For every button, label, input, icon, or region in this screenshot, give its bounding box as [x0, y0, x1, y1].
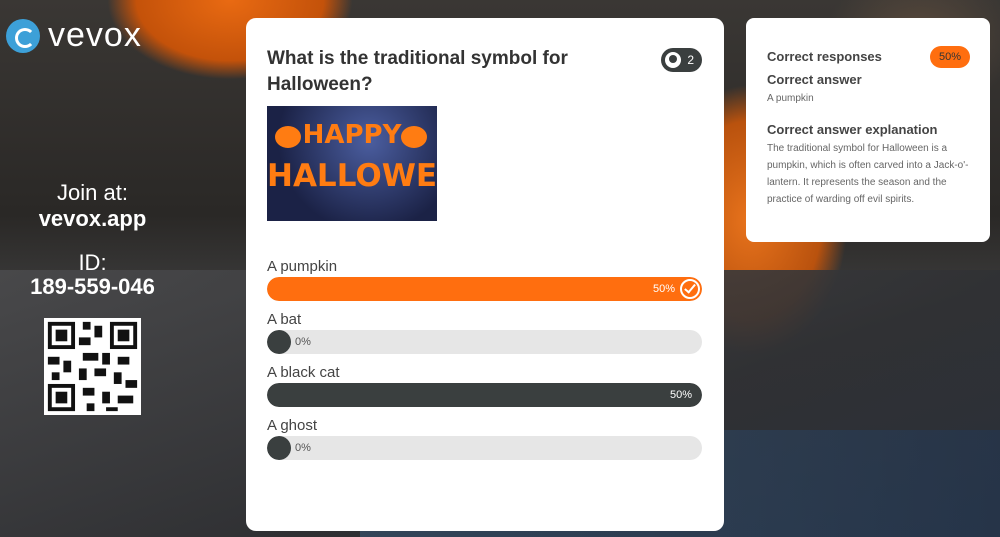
correct-responses-badge: 50%: [930, 46, 970, 68]
vevox-logo: vevox: [6, 16, 142, 55]
option-label: A black cat: [267, 364, 340, 381]
option-bar: 0%: [267, 436, 702, 460]
option-bar-dot: [267, 330, 291, 354]
option-label: A bat: [267, 311, 302, 328]
image-text-halloween: HALLOWEEN: [267, 158, 437, 194]
option-bar-dot: [267, 436, 291, 460]
option-bar: 50%: [267, 277, 702, 301]
option-bar-fill: 50%: [267, 383, 702, 407]
question-title: What is the traditional symbol for Hallo…: [267, 48, 568, 95]
correct-answer: A pumpkin: [767, 93, 814, 104]
image-text-happy: HAPPY: [302, 120, 402, 150]
option-percent: 0%: [295, 336, 311, 348]
vevox-logo-text: vevox: [48, 16, 142, 54]
option-bar: 50%: [267, 383, 702, 407]
option-bar: 0%: [267, 330, 702, 354]
correct-answer-label: Correct answer: [767, 72, 862, 87]
join-url[interactable]: vevox.app: [0, 206, 185, 232]
vevox-logo-icon: [6, 18, 40, 53]
participants-icon: [665, 52, 682, 68]
session-id: 189-559-046: [30, 274, 155, 299]
question-card: What is the traditional symbol for Hallo…: [246, 18, 724, 531]
explanation-label: Correct answer explanation: [767, 122, 938, 137]
join-label: Join at:: [57, 180, 128, 205]
correct-responses-label: Correct responses: [767, 49, 882, 64]
id-label: ID:: [78, 250, 107, 275]
option-label: A pumpkin: [267, 258, 338, 275]
correct-check-icon: [680, 279, 700, 299]
option-label: A ghost: [267, 417, 318, 434]
option-percent: 50%: [669, 389, 692, 401]
response-count: 2: [687, 53, 694, 67]
option-percent: 50%: [652, 283, 675, 295]
explanation-text: The traditional symbol for Halloween is …: [767, 143, 969, 205]
qr-code: [44, 318, 141, 415]
response-count-badge: 2: [661, 48, 702, 72]
option-percent: 0%: [295, 442, 311, 454]
option-bar-fill: 50%: [267, 277, 702, 301]
halloween-image: HAPPY HALLOWEEN: [267, 106, 437, 221]
results-panel: Correct responses 50% Correct answer A p…: [746, 18, 990, 242]
